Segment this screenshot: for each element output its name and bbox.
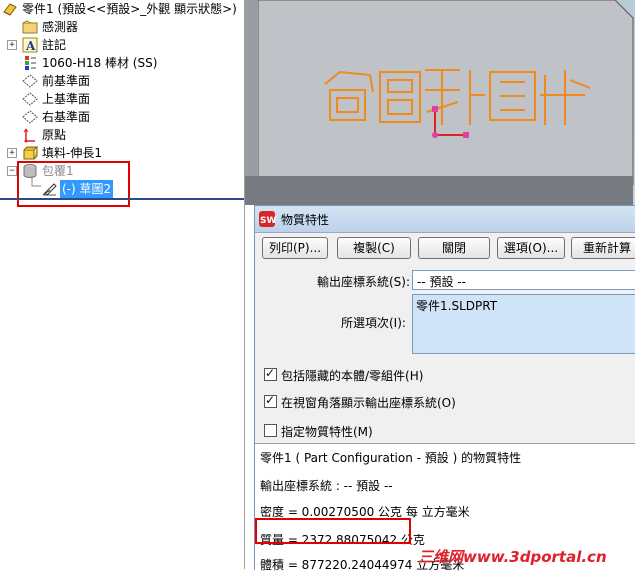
plane-icon — [22, 74, 38, 88]
tree-item-extrude[interactable]: + 填料-伸長1 — [0, 144, 244, 162]
svg-text:SW: SW — [260, 216, 276, 226]
svg-text:A: A — [25, 39, 36, 53]
tree-item-label: 零件1 (預設<<預設>_外觀 顯示狀態>) — [22, 2, 237, 16]
selected-items-list[interactable]: 零件1.SLDPRT — [412, 294, 635, 354]
highlight-annotation — [255, 518, 411, 544]
tree-item-front-plane[interactable]: 前基準面 — [0, 72, 244, 90]
results-header: 零件1 ( Part Configuration - 預設 ) 的物質特性 — [260, 451, 522, 465]
include-hidden-checkbox[interactable] — [264, 366, 277, 381]
material-icon — [25, 56, 36, 70]
model-view — [245, 0, 634, 205]
recalculate-button[interactable]: 重新計算 — [571, 237, 635, 259]
tree-item-origin[interactable]: 原點 — [0, 126, 244, 144]
output-coord-value: -- 預設 -- — [417, 275, 466, 289]
sensor-folder-icon — [22, 20, 38, 34]
extrude-icon — [23, 146, 38, 160]
dialog-titlebar[interactable]: SW 物質特性 — [255, 206, 635, 233]
graphics-area[interactable] — [245, 0, 635, 205]
tree-item-right-plane[interactable]: 右基準面 — [0, 108, 244, 126]
tree-item-label: 感測器 — [42, 20, 79, 34]
options-button[interactable]: 選項(O)... — [497, 237, 565, 259]
feature-manager-tree: 零件1 (預設<<預設>_外觀 顯示狀態>) 感測器 + A 註記 1060-H… — [0, 0, 245, 569]
part-icon — [3, 3, 17, 16]
output-coord-select[interactable]: -- 預設 -- — [412, 270, 635, 290]
tree-item-label: 1060-H18 棒材 (SS) — [42, 56, 158, 70]
plane-icon — [22, 110, 38, 124]
watermark: 三维网www.3dportal.cn — [418, 548, 607, 566]
block-side — [245, 0, 258, 185]
rollback-bar[interactable] — [0, 198, 244, 200]
checkbox-label: 在視窗角落顯示輸出座標系統(O) — [281, 396, 456, 410]
block-bottom — [245, 176, 633, 205]
show-coord-checkbox[interactable] — [264, 393, 277, 408]
mass-properties-dialog: SW 物質特性 列印(P)... 複製(C) 關閉 選項(O)... 重新計算 … — [254, 205, 635, 572]
origin-icon — [23, 128, 35, 143]
tree-item-top-plane[interactable]: 上基準面 — [0, 90, 244, 108]
tree-item-label: 填料-伸長1 — [42, 146, 102, 160]
tree-item-label: 原點 — [42, 128, 67, 142]
tree-item-label: 右基準面 — [42, 110, 91, 124]
checkbox-label: 包括隱藏的本體/零組件(H) — [281, 369, 424, 383]
highlight-annotation — [17, 161, 130, 207]
tree-item-annotations[interactable]: + A 註記 — [0, 36, 244, 54]
tree-item-material[interactable]: 1060-H18 棒材 (SS) — [0, 54, 244, 72]
block-body — [257, 0, 634, 186]
dialog-title: 物質特性 — [281, 213, 330, 227]
tree-item-label: 前基準面 — [42, 74, 91, 88]
output-coord-label: 輸出座標系統(S): — [317, 275, 411, 289]
tree-item-label: 上基準面 — [42, 92, 91, 106]
copy-button[interactable]: 複製(C) — [337, 237, 411, 259]
plane-icon — [22, 92, 38, 106]
solidworks-logo-icon: SW — [259, 211, 276, 227]
assign-properties-checkbox[interactable] — [264, 424, 277, 437]
collapse-toggle[interactable]: − — [7, 166, 17, 176]
expand-toggle[interactable]: + — [7, 148, 17, 158]
selected-item: 零件1.SLDPRT — [416, 299, 498, 313]
selected-items-label: 所選項次(I): — [341, 316, 406, 330]
results-coord-line: 輸出座標系統 : -- 預設 -- — [260, 479, 393, 493]
checkbox-label: 指定物質特性(M) — [281, 425, 373, 439]
expand-toggle[interactable]: + — [7, 40, 17, 50]
close-button[interactable]: 關閉 — [418, 237, 490, 259]
tree-item-label: 註記 — [42, 38, 67, 52]
annotation-icon: A — [22, 37, 38, 53]
print-button[interactable]: 列印(P)... — [262, 237, 328, 259]
tree-item-sensors[interactable]: 感測器 — [0, 18, 244, 36]
tree-item-part[interactable]: 零件1 (預設<<預設>_外觀 顯示狀態>) — [0, 0, 244, 18]
